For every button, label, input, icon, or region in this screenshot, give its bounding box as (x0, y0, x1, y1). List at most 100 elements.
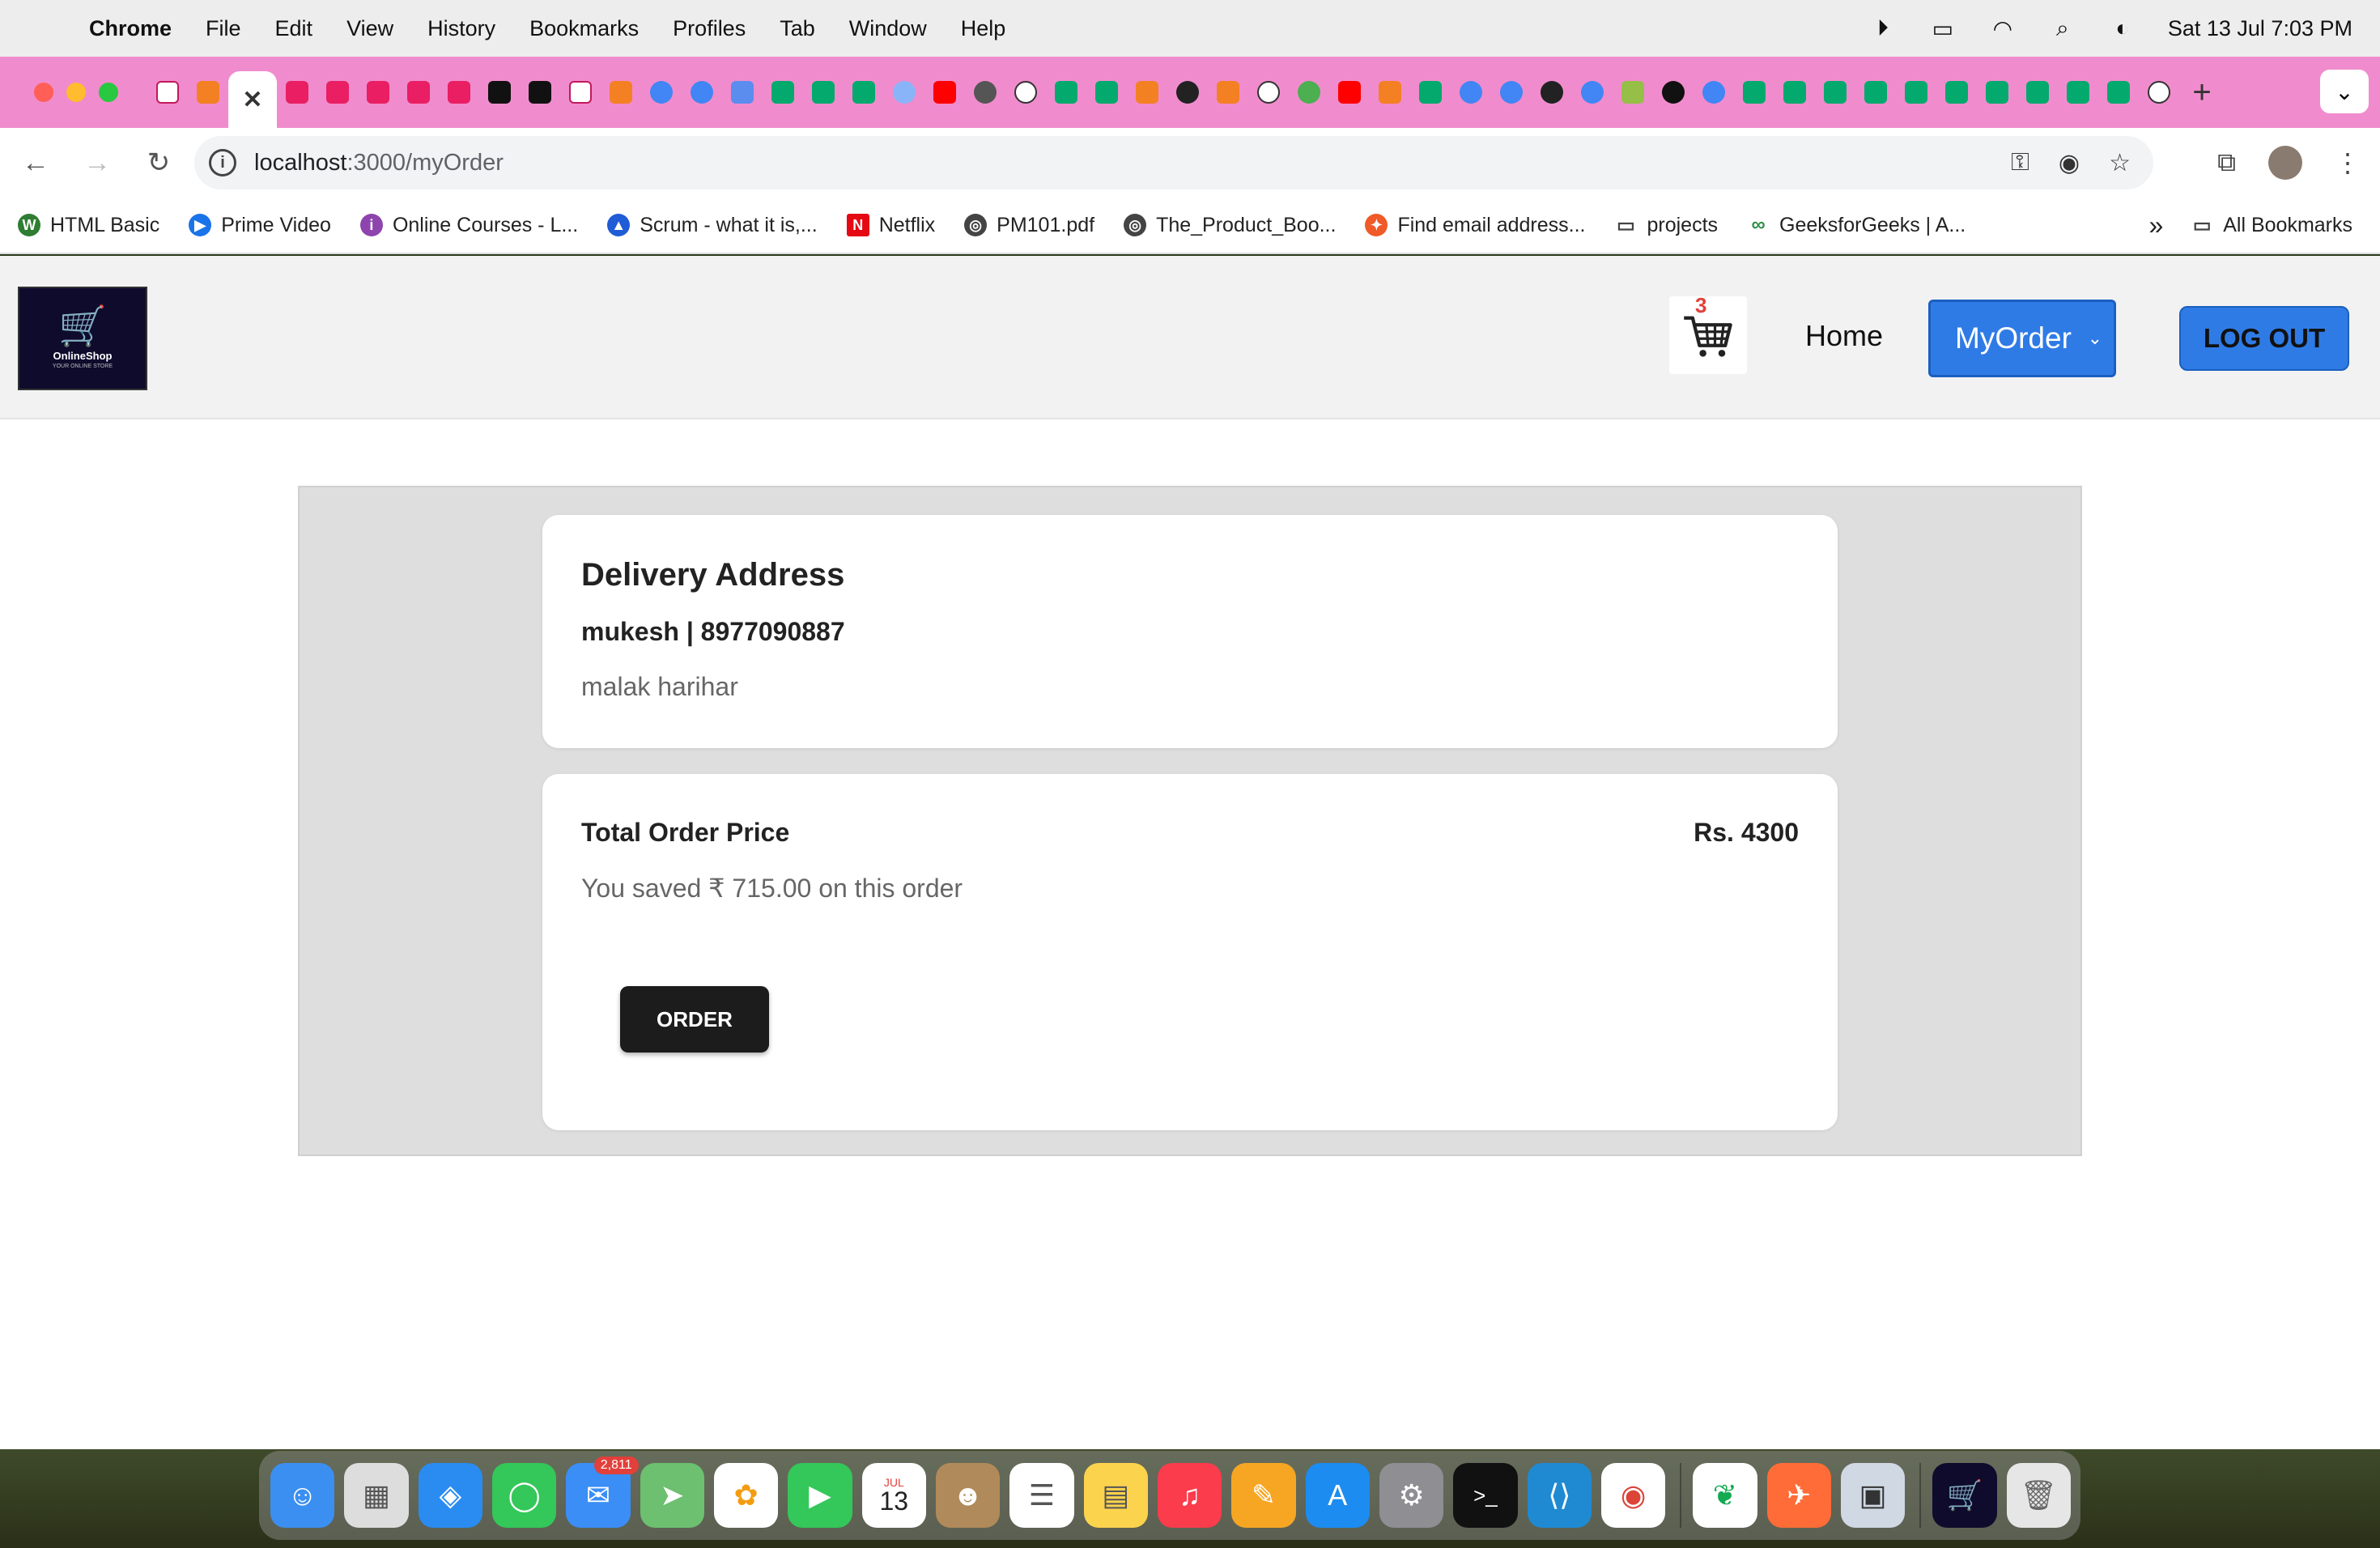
tab-myntra-icon[interactable] (317, 71, 358, 113)
menu-help[interactable]: Help (961, 16, 1006, 41)
postman-icon[interactable]: ✈ (1766, 1463, 1831, 1528)
preview-icon[interactable]: ▣ (1840, 1463, 1906, 1528)
bookmark-star-icon[interactable]: ☆ (2109, 149, 2131, 177)
media-play-icon[interactable]: ⏵ (1868, 14, 1898, 43)
zoom-window-icon[interactable] (99, 83, 118, 102)
tab-stack-icon[interactable] (1208, 71, 1248, 113)
menu-view[interactable]: View (346, 16, 393, 41)
tab-w3-icon[interactable] (844, 71, 884, 113)
tab-youtube-icon[interactable] (924, 71, 965, 113)
reminders-icon[interactable]: ☰ (1009, 1463, 1074, 1528)
tab-generic-icon[interactable] (722, 71, 763, 113)
extensions-puzzle-icon[interactable]: ⧉ (2217, 147, 2236, 178)
tab-w3-icon[interactable] (1086, 71, 1127, 113)
chrome-menu-icon[interactable]: ⋮ (2335, 147, 2361, 178)
bookmark-item[interactable]: ∞ GeeksforGeeks | A... (1747, 214, 1966, 237)
reload-icon[interactable]: ↻ (142, 147, 175, 179)
minimize-window-icon[interactable] (66, 83, 86, 102)
tab-w3-icon[interactable] (1977, 71, 2017, 113)
tab-w3-icon[interactable] (1815, 71, 1855, 113)
tab-search-menu-icon[interactable]: ⌄ (2320, 70, 2369, 113)
safari-icon[interactable]: ◈ (418, 1463, 482, 1528)
bookmark-item[interactable]: i Online Courses - L... (359, 214, 578, 237)
tab-w3-icon[interactable] (763, 71, 803, 113)
notes-icon[interactable]: ▤ (1083, 1463, 1148, 1528)
tab-google-icon[interactable] (682, 71, 722, 113)
url-text[interactable]: localhost:3000/myOrder (254, 150, 504, 176)
bookmark-item[interactable]: ▭ projects (1614, 214, 1718, 237)
tab-w3-icon[interactable] (1046, 71, 1086, 113)
address-bar[interactable]: i localhost:3000/myOrder ⚿ ◉ ☆ (194, 136, 2153, 189)
tab-myntra-icon[interactable] (277, 71, 317, 113)
tab-google-icon[interactable] (641, 71, 682, 113)
tab-w3-icon[interactable] (2098, 71, 2139, 113)
tab-myntra-icon[interactable] (398, 71, 439, 113)
contacts-icon[interactable]: ☻ (935, 1463, 1001, 1528)
site-info-icon[interactable]: i (209, 149, 236, 176)
app-store-icon[interactable]: A (1305, 1463, 1370, 1528)
all-bookmarks-item[interactable]: ▭ All Bookmarks (2191, 214, 2352, 237)
onlineshop-window-icon[interactable]: 🛒 (1932, 1463, 1997, 1528)
tab-google-icon[interactable] (1491, 71, 1532, 113)
tab-google-icon[interactable] (1451, 71, 1491, 113)
calendar-icon[interactable]: JUL 13 (861, 1463, 926, 1528)
new-tab-button[interactable]: + (2179, 71, 2225, 113)
bookmarks-overflow-icon[interactable]: » (2148, 211, 2163, 240)
tab-stack-icon[interactable] (188, 71, 228, 113)
bookmark-item[interactable]: ▲ Scrum - what it is,... (607, 214, 818, 237)
vscode-icon[interactable]: ⟨⟩ (1527, 1463, 1592, 1528)
tab-w3-icon[interactable] (1410, 71, 1451, 113)
tab-myntra-icon[interactable] (147, 71, 188, 113)
menu-bookmarks[interactable]: Bookmarks (529, 16, 639, 41)
tab-youtube-icon[interactable] (1329, 71, 1370, 113)
music-icon[interactable]: ♫ (1157, 1463, 1222, 1528)
tab-w3-icon[interactable] (2017, 71, 2058, 113)
myorder-dropdown[interactable]: MyOrder ⌄ (1928, 300, 2116, 377)
tab-medium-icon[interactable] (479, 71, 520, 113)
tab-github-icon[interactable] (1167, 71, 1208, 113)
bookmark-item[interactable]: ◎ PM101.pdf (964, 214, 1094, 237)
tab-medium-icon[interactable] (520, 71, 560, 113)
tab-github-icon[interactable] (1532, 71, 1572, 113)
tab-active-close-icon[interactable]: ✕ (228, 71, 277, 128)
tab-chrome-icon[interactable] (965, 71, 1005, 113)
tab-w3-icon[interactable] (1896, 71, 1936, 113)
tab-google-icon[interactable] (1694, 71, 1734, 113)
pages-icon[interactable]: ✎ (1231, 1463, 1296, 1528)
bookmark-item[interactable]: ▶ Prime Video (189, 214, 331, 237)
menu-clock[interactable]: Sat 13 Jul 7:03 PM (2168, 16, 2352, 41)
spotlight-search-icon[interactable]: ⌕ (2048, 14, 2077, 43)
tab-asterisk-icon[interactable] (1653, 71, 1694, 113)
site-logo[interactable]: 🛒 OnlineShop YOUR ONLINE STORE (18, 287, 147, 390)
menu-profiles[interactable]: Profiles (673, 16, 746, 41)
menu-file[interactable]: File (206, 16, 241, 41)
system-settings-icon[interactable]: ⚙ (1379, 1463, 1444, 1528)
tab-w3-icon[interactable] (1855, 71, 1896, 113)
bookmark-item[interactable]: ✦ Find email address... (1365, 214, 1586, 237)
menu-history[interactable]: History (427, 16, 495, 41)
tab-w3-icon[interactable] (1936, 71, 1977, 113)
launchpad-icon[interactable]: ▦ (344, 1463, 409, 1528)
photos-icon[interactable]: ✿ (713, 1463, 779, 1528)
tab-google-icon[interactable] (1572, 71, 1613, 113)
menu-window[interactable]: Window (849, 16, 927, 41)
bookmark-item[interactable]: ◎ The_Product_Boo... (1124, 214, 1336, 237)
finder-icon[interactable]: ☺ (270, 1463, 335, 1528)
wifi-icon[interactable]: ◠ (1988, 14, 2017, 43)
profile-avatar[interactable] (2268, 146, 2302, 180)
menu-edit[interactable]: Edit (275, 16, 313, 41)
tab-shopify-icon[interactable] (1613, 71, 1653, 113)
tab-w3-icon[interactable] (1774, 71, 1815, 113)
tab-globe-icon[interactable] (884, 71, 924, 113)
order-button[interactable]: ORDER (620, 986, 769, 1053)
tab-openai-icon[interactable] (1005, 71, 1046, 113)
logout-button[interactable]: LOG OUT (2179, 306, 2349, 371)
close-window-icon[interactable] (34, 83, 53, 102)
tab-w3-icon[interactable] (1734, 71, 1774, 113)
tab-stack-icon[interactable] (1127, 71, 1167, 113)
back-arrow-icon[interactable]: ← (19, 147, 52, 179)
facetime-icon[interactable]: ▶ (788, 1463, 852, 1528)
forward-arrow-icon[interactable]: → (81, 147, 113, 179)
tab-openai-icon[interactable] (1248, 71, 1289, 113)
apple-menu-icon[interactable] (31, 12, 63, 45)
